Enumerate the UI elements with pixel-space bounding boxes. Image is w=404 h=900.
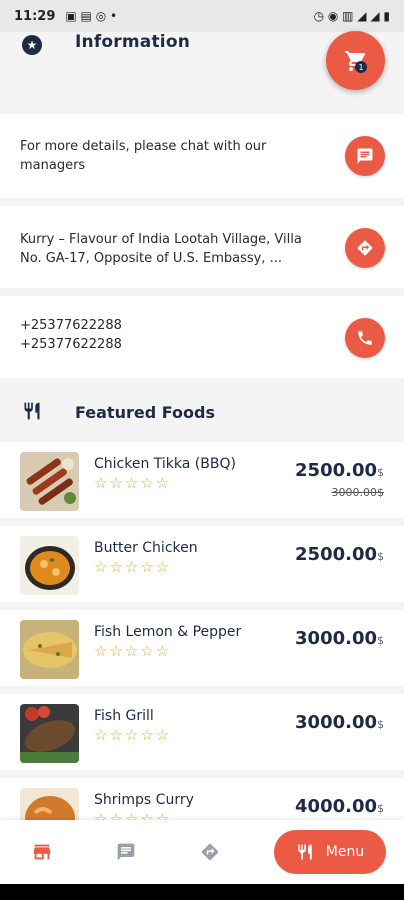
food-image-shrimps-curry	[20, 788, 79, 820]
chat-info-card[interactable]: For more details, please chat with our m…	[0, 114, 404, 198]
system-icons: ◷ ◉ ▥ ◢ ◢ ▮	[313, 9, 390, 23]
chat-info-text: For more details, please chat with our m…	[20, 139, 267, 173]
directions-icon	[357, 240, 373, 256]
food-item[interactable]: Fish Lemon & Pepper ☆☆☆☆☆ 3000.00$	[0, 610, 404, 686]
phone-number-2: +25377622288	[20, 337, 122, 352]
rating-stars: ☆☆☆☆☆	[94, 726, 172, 744]
bottom-navigation: Menu	[0, 820, 404, 884]
cart-button[interactable]: 1	[326, 31, 385, 90]
featured-foods-header: Featured Foods	[0, 386, 404, 442]
food-price: 3000.00$	[295, 712, 384, 733]
food-price: 2500.00$	[295, 544, 384, 565]
phone-number-1: +25377622288	[20, 318, 122, 333]
menu-label: Menu	[325, 844, 365, 860]
tab-chat[interactable]	[84, 842, 168, 862]
star-icon: ★	[22, 35, 42, 55]
food-image-butter-chicken	[20, 536, 79, 595]
food-item[interactable]: Fish Grill ☆☆☆☆☆ 3000.00$	[0, 694, 404, 770]
call-button[interactable]	[345, 318, 385, 358]
notification-icons: ▣ ▤ ◎ •	[65, 9, 118, 23]
store-icon	[33, 844, 51, 860]
directions-icon	[201, 843, 219, 861]
food-item[interactable]: Chicken Tikka (BBQ) ☆☆☆☆☆ 2500.00$ 3000.…	[0, 442, 404, 518]
chat-icon	[357, 148, 373, 164]
address-info-card[interactable]: Kurry – Flavour of India Lootah Village,…	[0, 206, 404, 288]
food-price: 3000.00$	[295, 628, 384, 649]
phone-numbers: +25377622288 +25377622288	[20, 316, 320, 354]
main-scroll[interactable]: ★ Information For more details, please c…	[0, 32, 404, 820]
phone-icon	[358, 331, 372, 345]
food-price: 2500.00$	[295, 460, 384, 481]
food-image-fish-lemon-pepper	[20, 620, 79, 679]
food-old-price: 3000.00$	[331, 486, 385, 499]
restaurant-icon	[24, 402, 40, 420]
chat-button[interactable]	[345, 136, 385, 176]
food-price: 4000.00$	[295, 796, 384, 817]
food-image-chicken-tikka	[20, 452, 79, 511]
address-text: Kurry – Flavour of India Lootah Village,…	[20, 232, 302, 266]
status-bar: 11:29 ▣ ▤ ◎ • ◷ ◉ ▥ ◢ ◢ ▮	[0, 0, 404, 32]
chat-icon	[117, 843, 135, 861]
rating-stars: ☆☆☆☆☆	[94, 642, 172, 660]
food-name: Fish Grill	[94, 708, 154, 724]
food-name: Butter Chicken	[94, 540, 198, 556]
status-time: 11:29	[14, 8, 56, 24]
rating-stars: ☆☆☆☆☆	[94, 474, 172, 492]
food-image-fish-grill	[20, 704, 79, 763]
cart-count-badge: 1	[355, 61, 367, 73]
food-name: Chicken Tikka (BBQ)	[94, 456, 236, 472]
directions-button[interactable]	[345, 228, 385, 268]
phone-info-card[interactable]: +25377622288 +25377622288	[0, 296, 404, 378]
rating-stars: ☆☆☆☆☆	[94, 558, 172, 576]
featured-foods-title: Featured Foods	[75, 403, 215, 422]
food-name: Fish Lemon & Pepper	[94, 624, 242, 640]
food-name: Shrimps Curry	[94, 792, 194, 808]
rating-stars: ☆☆☆☆☆	[94, 810, 172, 820]
information-title: Information	[75, 32, 191, 52]
food-item[interactable]: Shrimps Curry ☆☆☆☆☆ 4000.00$	[0, 778, 404, 820]
tab-store[interactable]	[0, 841, 84, 863]
tab-directions[interactable]	[168, 842, 252, 862]
food-item[interactable]: Butter Chicken ☆☆☆☆☆ 2500.00$	[0, 526, 404, 602]
menu-button[interactable]: Menu	[274, 830, 386, 874]
system-navigation-bar	[0, 884, 404, 900]
restaurant-icon	[298, 844, 312, 860]
